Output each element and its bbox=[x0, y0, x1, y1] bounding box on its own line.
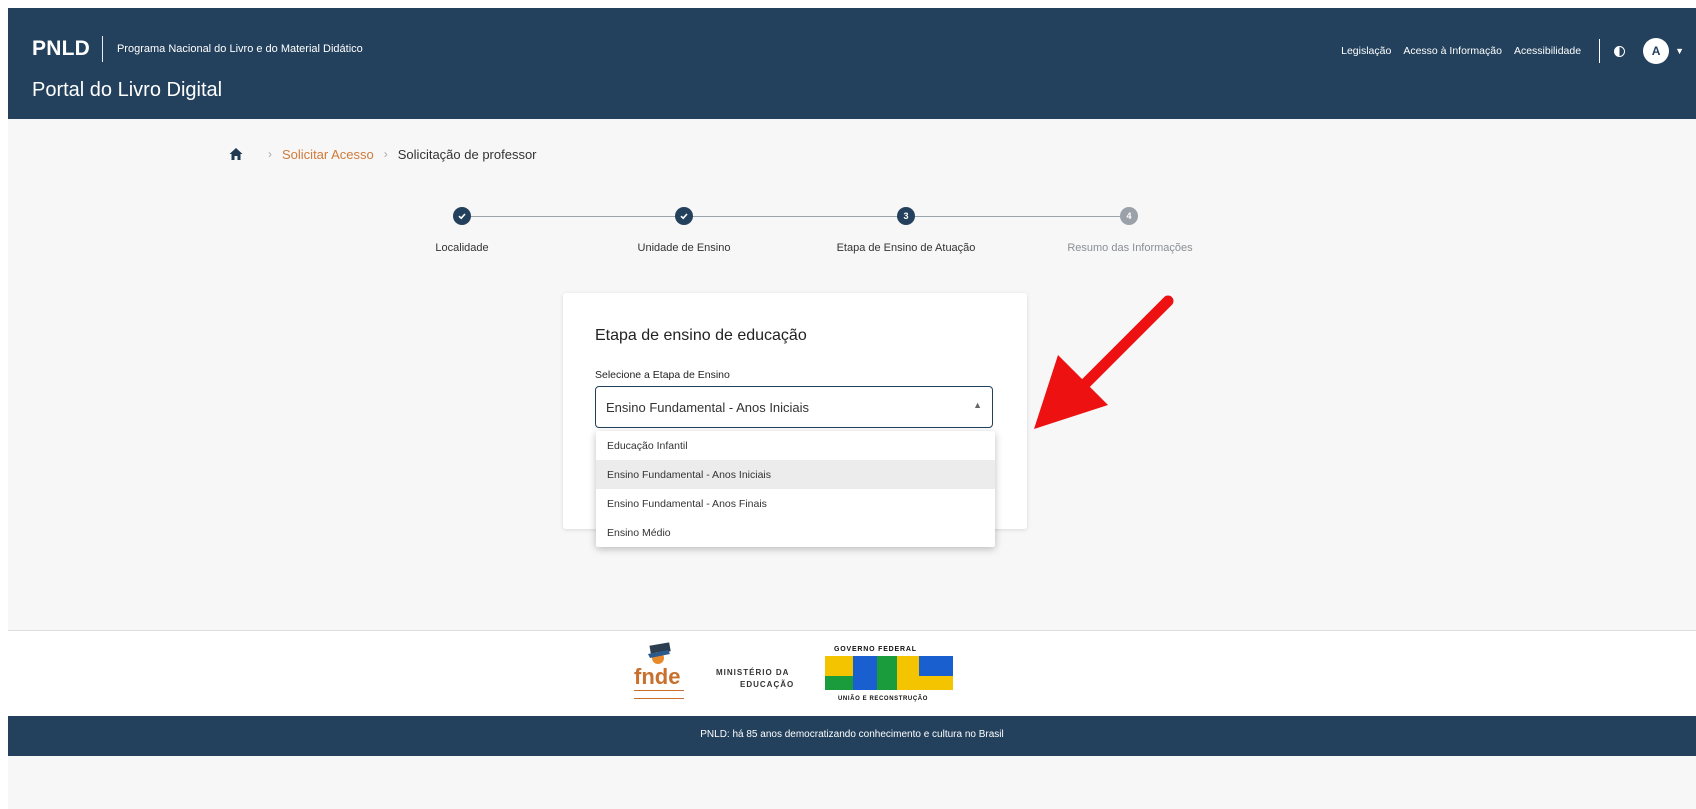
breadcrumb-current: Solicitação de professor bbox=[397, 146, 537, 162]
breadcrumb: › Solicitar Acesso › Solicitação de prof… bbox=[228, 146, 537, 162]
dropdown-option-fundamental-finais[interactable]: Ensino Fundamental - Anos Finais bbox=[596, 489, 995, 518]
step-2-label: Unidade de Ensino bbox=[637, 242, 731, 254]
nav-link-legislacao[interactable]: Legislação bbox=[1341, 45, 1391, 57]
brand-code: PNLD bbox=[32, 37, 90, 60]
card-title: Etapa de ensino de educação bbox=[595, 327, 807, 344]
etapa-dropdown-menu: Educação Infantil Ensino Fundamental - A… bbox=[596, 431, 995, 547]
step-1-check-icon bbox=[453, 207, 471, 225]
stepper-line bbox=[470, 216, 684, 217]
app-header: PNLD Programa Nacional do Livro e do Mat… bbox=[8, 8, 1696, 119]
step-1-label: Localidade bbox=[435, 242, 489, 254]
fnde-logo: fnde bbox=[634, 642, 684, 699]
avatar[interactable]: A bbox=[1643, 38, 1670, 64]
caret-up-icon: ▲ bbox=[973, 400, 982, 410]
page-frame: PNLD Programa Nacional do Livro e do Mat… bbox=[8, 8, 1696, 809]
chevron-right-icon: › bbox=[383, 147, 388, 161]
fnde-logo-text: fnde bbox=[634, 664, 680, 689]
nav-link-acesso-informacao[interactable]: Acesso à Informação bbox=[1403, 45, 1502, 57]
step-4-label: Resumo das Informações bbox=[1067, 242, 1193, 254]
etapa-select[interactable]: Ensino Fundamental - Anos Iniciais ▲ bbox=[595, 386, 993, 428]
footer-tagline-bar: PNLD: há 85 anos democratizando conhecim… bbox=[8, 716, 1696, 756]
ministerio-line-2: EDUCAÇÃO bbox=[740, 680, 795, 689]
gov-top-text: GOVERNO FEDERAL bbox=[834, 646, 917, 653]
step-3-label: Etapa de Ensino de Atuação bbox=[836, 242, 976, 254]
brand-divider bbox=[101, 36, 103, 62]
portal-title: Portal do Livro Digital bbox=[32, 79, 223, 101]
footer-tagline: PNLD: há 85 anos democratizando conhecim… bbox=[700, 729, 1004, 740]
breadcrumb-link-solicitar-acesso[interactable]: Solicitar Acesso bbox=[282, 147, 374, 162]
dropdown-option-fundamental-iniciais[interactable]: Ensino Fundamental - Anos Iniciais bbox=[596, 460, 995, 489]
nav-link-acessibilidade[interactable]: Acessibilidade bbox=[1514, 45, 1581, 57]
governo-federal-logo: GOVERNO FEDERAL UNIÃO E RECONSTRUÇÃO bbox=[825, 646, 953, 702]
step-2-check-icon bbox=[675, 207, 693, 225]
step-3-circle: 3 bbox=[897, 207, 915, 225]
chevron-right-icon: › bbox=[268, 147, 272, 161]
stepper-line bbox=[914, 216, 1128, 217]
gov-bottom-text: UNIÃO E RECONSTRUÇÃO bbox=[838, 695, 928, 702]
ministerio-line-1: MINISTÉRIO DA bbox=[716, 668, 790, 677]
step-4-circle: 4 bbox=[1120, 207, 1138, 225]
ministerio-educacao-logo: MINISTÉRIO DA EDUCAÇÃO bbox=[716, 667, 794, 691]
brand-name: Programa Nacional do Livro e do Material… bbox=[116, 43, 363, 55]
stepper-line bbox=[692, 216, 906, 217]
top-nav: Legislação Acesso à Informação Acessibil… bbox=[1341, 38, 1696, 64]
dropdown-option-ensino-medio[interactable]: Ensino Médio bbox=[596, 518, 995, 547]
red-annotation-arrow-icon bbox=[1034, 295, 1174, 429]
chevron-down-icon[interactable]: ▼ bbox=[1675, 46, 1684, 56]
etapa-field-label: Selecione a Etapa de Ensino bbox=[595, 369, 730, 381]
contrast-icon[interactable] bbox=[1614, 45, 1626, 57]
etapa-select-value: Ensino Fundamental - Anos Iniciais bbox=[606, 399, 810, 415]
home-icon[interactable] bbox=[228, 146, 244, 162]
dropdown-option-educacao-infantil[interactable]: Educação Infantil bbox=[596, 431, 995, 460]
nav-divider bbox=[1599, 39, 1601, 63]
brand[interactable]: PNLD Programa Nacional do Livro e do Mat… bbox=[32, 36, 363, 62]
